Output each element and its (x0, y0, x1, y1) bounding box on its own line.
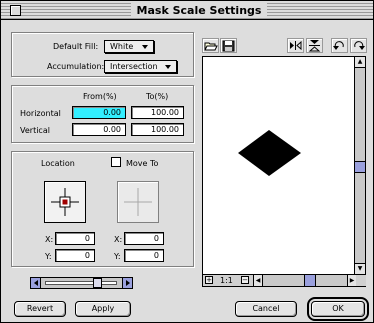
zoom-slider[interactable] (30, 277, 133, 289)
preview-status-bar: + 1:1 − ◀ ▶ (203, 274, 366, 286)
flip-vertical-icon (308, 40, 321, 52)
scroll-thumb[interactable] (355, 161, 365, 173)
vertical-to-field[interactable]: 100.00 (131, 123, 184, 136)
slider-left-arrow[interactable] (31, 278, 41, 288)
title-bar[interactable]: Mask Scale Settings (1, 1, 373, 20)
default-fill-value: White (110, 42, 134, 51)
rotate-left-icon (333, 41, 344, 50)
apply-button[interactable]: Apply (75, 301, 131, 317)
from-header: From(%) (83, 92, 117, 101)
hscroll-thumb[interactable] (304, 275, 316, 286)
cancel-button[interactable]: Cancel (235, 301, 297, 317)
accumulation-label: Accumulation: (47, 62, 105, 71)
move-y-label: Y: (114, 252, 121, 261)
scroll-right-arrow[interactable]: ▶ (347, 275, 356, 286)
crosshair-icon (51, 188, 79, 216)
zoom-in-button[interactable]: + (205, 276, 213, 284)
flip-horizontal-button[interactable] (287, 38, 304, 53)
location-x-label: X: (45, 235, 54, 244)
move-to-checkbox[interactable] (111, 157, 121, 167)
horizontal-scrollbar[interactable]: ◀ ▶ (253, 275, 356, 286)
location-anchor-grid[interactable] (44, 181, 86, 223)
save-button[interactable] (220, 38, 237, 53)
slider-thumb[interactable] (93, 278, 102, 288)
chevron-down-icon (142, 45, 148, 49)
horizontal-from-field[interactable]: 0.00 (72, 106, 126, 119)
slider-track (45, 281, 117, 285)
arrow-left-icon (34, 280, 38, 286)
rotate-left-button[interactable] (331, 38, 348, 53)
floppy-disk-icon (222, 40, 235, 52)
horizontal-label: Horizontal (20, 109, 61, 118)
default-fill-popup[interactable]: White (104, 40, 154, 53)
dialog-window: Mask Scale Settings Default Fill: White … (0, 0, 374, 323)
window-title: Mask Scale Settings (131, 3, 267, 18)
flip-horizontal-icon (290, 40, 302, 51)
flip-vertical-button[interactable] (306, 38, 323, 53)
location-x-field[interactable]: 0 (55, 232, 95, 245)
folder-open-icon (204, 42, 218, 51)
close-box[interactable] (10, 5, 21, 16)
move-to-anchor-grid[interactable] (117, 181, 159, 223)
mask-shape (238, 130, 301, 176)
open-button[interactable] (202, 38, 219, 53)
location-y-label: Y: (45, 252, 52, 261)
horizontal-to-field[interactable]: 100.00 (131, 106, 184, 119)
default-fill-label: Default Fill: (53, 42, 99, 51)
move-y-field[interactable]: 0 (124, 249, 164, 262)
zoom-out-button[interactable]: − (241, 276, 249, 284)
scroll-up-arrow[interactable]: ▲ (355, 57, 365, 68)
slider-right-arrow[interactable] (122, 278, 132, 288)
location-y-field[interactable]: 0 (55, 249, 95, 262)
to-header: To(%) (146, 92, 169, 101)
move-x-field[interactable]: 0 (124, 232, 164, 245)
location-group (11, 151, 194, 267)
zoom-level: 1:1 (220, 276, 233, 285)
vertical-scrollbar[interactable]: ▲ ▼ (354, 57, 365, 275)
vertical-from-field[interactable]: 0.00 (72, 123, 126, 136)
scroll-left-arrow[interactable]: ◀ (254, 275, 263, 286)
move-to-label: Move To (126, 159, 159, 168)
revert-button[interactable]: Revert (14, 301, 66, 317)
ok-button[interactable]: OK (307, 297, 369, 321)
rotate-right-button[interactable] (350, 38, 367, 53)
accumulation-popup[interactable]: Intersection (104, 60, 177, 73)
chevron-down-icon (165, 65, 171, 69)
rotate-right-icon (354, 41, 365, 50)
move-x-label: X: (114, 235, 123, 244)
mask-preview[interactable]: ▲ ▼ + 1:1 − ◀ ▶ (202, 56, 366, 287)
arrow-right-icon (126, 280, 130, 286)
vertical-label: Vertical (20, 126, 50, 135)
scroll-down-arrow[interactable]: ▼ (355, 263, 365, 274)
grid-icon (124, 188, 152, 216)
location-label: Location (41, 159, 75, 168)
accumulation-value: Intersection (110, 62, 158, 71)
